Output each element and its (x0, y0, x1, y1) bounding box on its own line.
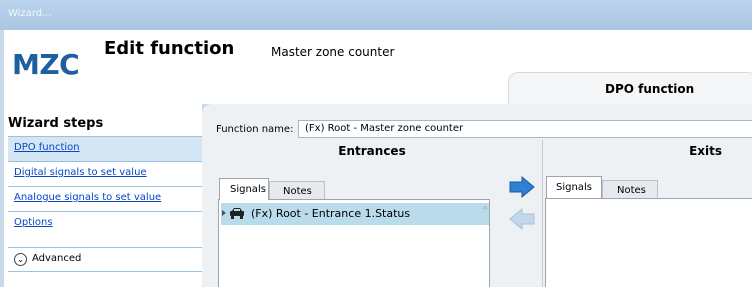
main-panel: Function name: (Fx) Root - Master zone c… (202, 104, 752, 287)
step-digital-signals[interactable]: Digital signals to set value (8, 161, 202, 186)
arrow-right-icon[interactable] (508, 176, 536, 198)
page-subtitle: Master zone counter (271, 45, 395, 59)
window-title: Wizard... (8, 8, 52, 19)
step-analogue-signals-link[interactable]: Analogue signals to set value (14, 192, 161, 203)
entrances-list[interactable]: (Fx) Root - Entrance 1.Status (218, 199, 490, 287)
step-options[interactable]: Options (8, 211, 202, 236)
entrance-item-label: (Fx) Root - Entrance 1.Status (251, 207, 411, 220)
window-titlebar: Wizard... (0, 0, 752, 30)
car-icon (230, 208, 244, 219)
advanced-label: Advanced (32, 253, 82, 264)
tab-exits-signals-label: Signals (556, 182, 592, 193)
expand-caret-icon[interactable] (222, 210, 226, 216)
tab-entrances-signals-label: Signals (230, 184, 266, 195)
wizard-steps-title: Wizard steps (8, 116, 104, 131)
step-digital-signals-link[interactable]: Digital signals to set value (14, 167, 147, 178)
tab-exits-signals[interactable]: Signals (546, 176, 602, 198)
exits-list[interactable] (545, 198, 752, 287)
advanced-toggle[interactable]: ⌄ Advanced (8, 247, 202, 272)
tab-entrances-notes[interactable]: Notes (269, 181, 325, 200)
step-analogue-signals[interactable]: Analogue signals to set value (8, 186, 202, 211)
step-options-link[interactable]: Options (14, 217, 53, 228)
arrow-left-icon[interactable] (508, 208, 536, 230)
tab-exits-notes[interactable]: Notes (602, 180, 658, 199)
app-logo: MZC (12, 48, 80, 81)
scroll-up-icon[interactable] (482, 205, 488, 209)
chevron-down-icon: ⌄ (14, 253, 27, 266)
exits-title: Exits (689, 144, 722, 158)
entrances-title: Entrances (338, 144, 406, 158)
column-divider (542, 140, 543, 287)
function-name-label: Function name: (216, 124, 294, 135)
step-dpo-function-link[interactable]: DPO function (14, 142, 80, 153)
page-title: Edit function (104, 38, 235, 59)
tab-entrances-signals[interactable]: Signals (219, 178, 269, 200)
header: MZC Edit function Master zone counter DP… (4, 30, 752, 104)
wizard-sidebar: Wizard steps DPO function Digital signal… (4, 104, 202, 287)
tab-exits-notes-label: Notes (617, 185, 646, 196)
step-dpo-function[interactable]: DPO function (8, 136, 202, 161)
tab-entrances-notes-label: Notes (283, 186, 312, 197)
entrance-list-item[interactable]: (Fx) Root - Entrance 1.Status (221, 203, 489, 225)
tab-dpo-function[interactable]: DPO function (508, 72, 752, 104)
function-name-input[interactable]: (Fx) Root - Master zone counter (298, 120, 752, 138)
tab-dpo-function-label: DPO function (605, 82, 695, 96)
